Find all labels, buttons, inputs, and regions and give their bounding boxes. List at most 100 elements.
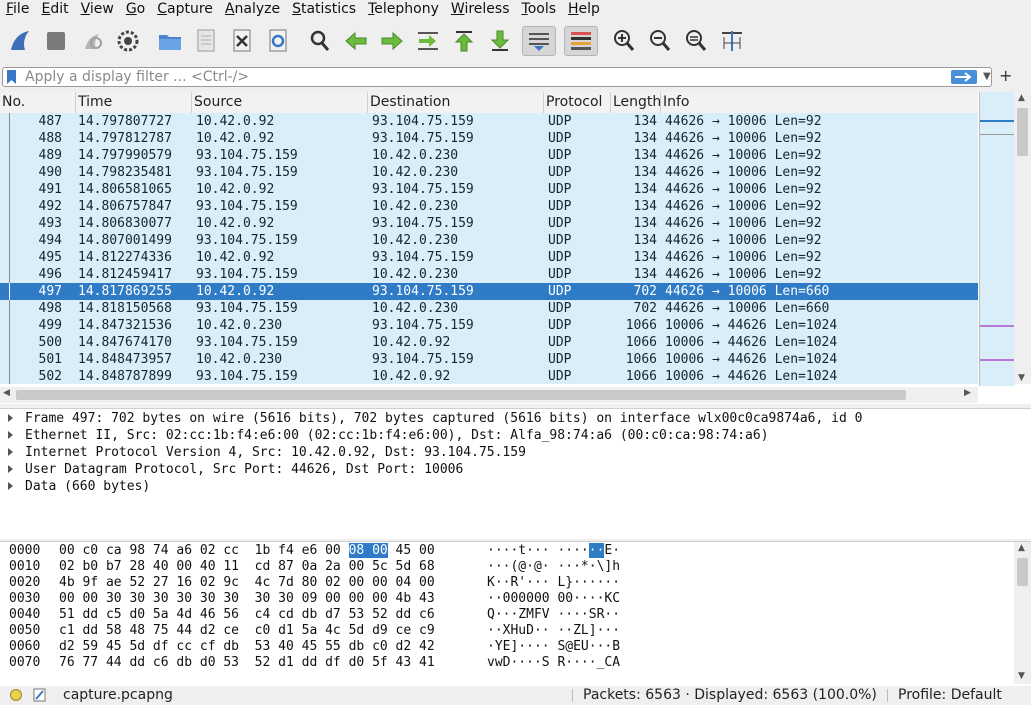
- menu-edit[interactable]: Edit: [35, 0, 74, 20]
- options-gear-icon[interactable]: [114, 26, 142, 56]
- table-row[interactable]: 487 14.797807727 10.42.0.92 93.104.75.159 UD…: [0, 113, 978, 130]
- column-time[interactable]: Time: [76, 92, 192, 113]
- expert-info-led-icon[interactable]: [10, 689, 22, 701]
- scroll-right-icon[interactable]: ▶: [964, 388, 971, 398]
- column-length[interactable]: Length: [611, 92, 661, 113]
- column-source[interactable]: Source: [192, 92, 368, 113]
- status-profile[interactable]: Profile: Default: [898, 686, 1002, 705]
- hex-bytes[interactable]: c1 dd 58 48 75 44 d2 ce c0 d1 5a 4c 5d d…: [59, 623, 435, 639]
- hex-ascii[interactable]: ···(@·@· ···*·\]h: [487, 559, 620, 575]
- table-row[interactable]: 490 14.798235481 93.104.75.159 10.42.0.230 U…: [0, 164, 978, 181]
- hex-bytes[interactable]: 51 dd c5 d0 5a 4d 46 56 c4 cd db d7 53 5…: [59, 607, 435, 623]
- column-no[interactable]: No.: [0, 92, 76, 113]
- shark-fin-icon[interactable]: [6, 26, 34, 56]
- packet-minimap[interactable]: [979, 92, 1015, 386]
- expand-arrow-icon[interactable]: [8, 482, 13, 490]
- hex-bytes[interactable]: 76 77 44 dd c6 db d0 53 52 d1 dd df d0 5…: [59, 655, 435, 671]
- stop-icon[interactable]: [42, 26, 70, 56]
- find-icon[interactable]: [306, 26, 334, 56]
- hex-ascii[interactable]: vwD····S R····_CA: [487, 655, 620, 671]
- reload-icon[interactable]: [264, 26, 292, 56]
- forward-arrow-icon[interactable]: [378, 26, 406, 56]
- scroll-left-icon[interactable]: ◀: [3, 388, 10, 398]
- back-arrow-icon[interactable]: [342, 26, 370, 56]
- scroll-down-icon[interactable]: ▼: [1018, 671, 1025, 681]
- bytes-vscroll[interactable]: ▲ ▼: [1014, 542, 1031, 684]
- packet-list-vscroll[interactable]: ▲ ▼: [1014, 92, 1031, 384]
- menu-go[interactable]: Go: [120, 0, 151, 20]
- edit-comment-icon[interactable]: [33, 688, 46, 702]
- hex-bytes[interactable]: 02 b0 b7 28 40 00 40 11 cd 87 0a 2a 00 5…: [59, 559, 435, 575]
- column-info[interactable]: Info: [661, 92, 978, 113]
- detail-tree-item[interactable]: Frame 497: 702 bytes on wire (5616 bits)…: [0, 410, 1031, 427]
- detail-tree-item[interactable]: Internet Protocol Version 4, Src: 10.42.…: [0, 444, 1031, 461]
- table-row[interactable]: 491 14.806581065 10.42.0.92 93.104.75.159 UD…: [0, 181, 978, 198]
- table-row[interactable]: 499 14.847321536 10.42.0.230 93.104.75.159 U…: [0, 317, 978, 334]
- hex-row[interactable]: 0000 00 c0 ca 98 74 a6 02 cc 1b f4 e6 00 …: [0, 543, 1014, 559]
- hex-ascii[interactable]: ··XHuD·· ··ZL]···: [487, 623, 620, 639]
- table-row[interactable]: 500 14.847674170 93.104.75.159 10.42.0.92 UD…: [0, 334, 978, 351]
- table-row[interactable]: 493 14.806830077 10.42.0.92 93.104.75.159 UD…: [0, 215, 978, 232]
- menu-statistics[interactable]: Statistics: [286, 0, 362, 20]
- hex-row[interactable]: 0070 76 77 44 dd c6 db d0 53 52 d1 dd df …: [0, 655, 1014, 671]
- autoscroll-icon[interactable]: [522, 26, 556, 56]
- table-row[interactable]: 496 14.812459417 93.104.75.159 10.42.0.230 U…: [0, 266, 978, 283]
- filter-dropdown-icon[interactable]: ▼: [983, 71, 991, 82]
- scroll-down-icon[interactable]: ▼: [1018, 373, 1025, 383]
- hex-bytes[interactable]: 4b 9f ae 52 27 16 02 9c 4c 7d 80 02 00 0…: [59, 575, 435, 591]
- zoom-normal-icon[interactable]: [682, 26, 710, 56]
- file-icon[interactable]: [192, 26, 220, 56]
- menu-help[interactable]: Help: [562, 0, 606, 20]
- table-row[interactable]: 498 14.818150568 93.104.75.159 10.42.0.230 U…: [0, 300, 978, 317]
- table-row[interactable]: 502 14.848787899 93.104.75.159 10.42.0.92 UD…: [0, 368, 978, 384]
- table-row[interactable]: 489 14.797990579 93.104.75.159 10.42.0.230 U…: [0, 147, 978, 164]
- column-protocol[interactable]: Protocol: [544, 92, 611, 113]
- scroll-up-icon[interactable]: ▲: [1018, 543, 1025, 553]
- table-row[interactable]: 492 14.806757847 93.104.75.159 10.42.0.230 U…: [0, 198, 978, 215]
- hex-ascii[interactable]: ····t··· ······E·: [487, 543, 620, 559]
- detail-tree-item[interactable]: Data (660 bytes): [0, 478, 1031, 495]
- detail-tree-item[interactable]: User Datagram Protocol, Src Port: 44626,…: [0, 461, 1031, 478]
- bookmark-icon[interactable]: [7, 70, 16, 84]
- restart-icon[interactable]: [78, 26, 106, 56]
- expand-arrow-icon[interactable]: [8, 448, 13, 456]
- packet-list-hscroll[interactable]: ◀ ▶: [0, 387, 978, 403]
- first-packet-icon[interactable]: [450, 26, 478, 56]
- menu-capture[interactable]: Capture: [151, 0, 219, 20]
- table-row[interactable]: 488 14.797812787 10.42.0.92 93.104.75.159 UD…: [0, 130, 978, 147]
- hex-ascii[interactable]: ··000000 00····KC: [487, 591, 620, 607]
- hex-ascii[interactable]: K··R'··· L}······: [487, 575, 620, 591]
- menu-telephony[interactable]: Telephony: [362, 0, 445, 20]
- last-packet-icon[interactable]: [486, 26, 514, 56]
- hex-bytes[interactable]: 00 00 30 30 30 30 30 30 30 30 09 00 00 0…: [59, 591, 435, 607]
- menu-wireless[interactable]: Wireless: [445, 0, 516, 20]
- hex-bytes[interactable]: d2 59 45 5d df cc cf db 53 40 45 55 db c…: [59, 639, 435, 655]
- detail-tree-item[interactable]: Ethernet II, Src: 02:cc:1b:f4:e6:00 (02:…: [0, 427, 1031, 444]
- add-filter-button-icon[interactable]: +: [999, 65, 1012, 87]
- hex-row[interactable]: 0050 c1 dd 58 48 75 44 d2 ce c0 d1 5a 4c …: [0, 623, 1014, 639]
- expand-arrow-icon[interactable]: [8, 414, 13, 422]
- go-to-packet-icon[interactable]: [414, 26, 442, 56]
- expand-arrow-icon[interactable]: [8, 431, 13, 439]
- apply-filter-arrow-icon[interactable]: [951, 70, 977, 84]
- menu-tools[interactable]: Tools: [516, 0, 563, 20]
- table-row-selected[interactable]: 497 14.817869255 10.42.0.92 93.104.75.159 UD…: [0, 283, 978, 300]
- hex-ascii[interactable]: ·YE]···· S@EU···B: [487, 639, 620, 655]
- hex-ascii[interactable]: Q···ZMFV ····SR··: [487, 607, 620, 623]
- colorize-icon[interactable]: [564, 26, 598, 56]
- table-row[interactable]: 495 14.812274336 10.42.0.92 93.104.75.159 UD…: [0, 249, 978, 266]
- resize-columns-icon[interactable]: [718, 26, 746, 56]
- table-row[interactable]: 494 14.807001499 93.104.75.159 10.42.0.230 U…: [0, 232, 978, 249]
- display-filter-input[interactable]: Apply a display filter ... <Ctrl-/> ▼: [2, 67, 992, 87]
- zoom-in-icon[interactable]: [610, 26, 638, 56]
- menu-analyze[interactable]: Analyze: [219, 0, 286, 20]
- hex-bytes[interactable]: 00 c0 ca 98 74 a6 02 cc 1b f4 e6 00 08 0…: [59, 543, 435, 559]
- hex-row[interactable]: 0060 d2 59 45 5d df cc cf db 53 40 45 55 …: [0, 639, 1014, 655]
- close-file-icon[interactable]: [228, 26, 256, 56]
- table-row[interactable]: 501 14.848473957 10.42.0.230 93.104.75.159 U…: [0, 351, 978, 368]
- hex-row[interactable]: 0040 51 dd c5 d0 5a 4d 46 56 c4 cd db d7 …: [0, 607, 1014, 623]
- open-folder-icon[interactable]: [156, 26, 184, 56]
- scroll-up-icon[interactable]: ▲: [1018, 93, 1025, 103]
- zoom-out-icon[interactable]: [646, 26, 674, 56]
- hex-row[interactable]: 0030 00 00 30 30 30 30 30 30 30 30 09 00 …: [0, 591, 1014, 607]
